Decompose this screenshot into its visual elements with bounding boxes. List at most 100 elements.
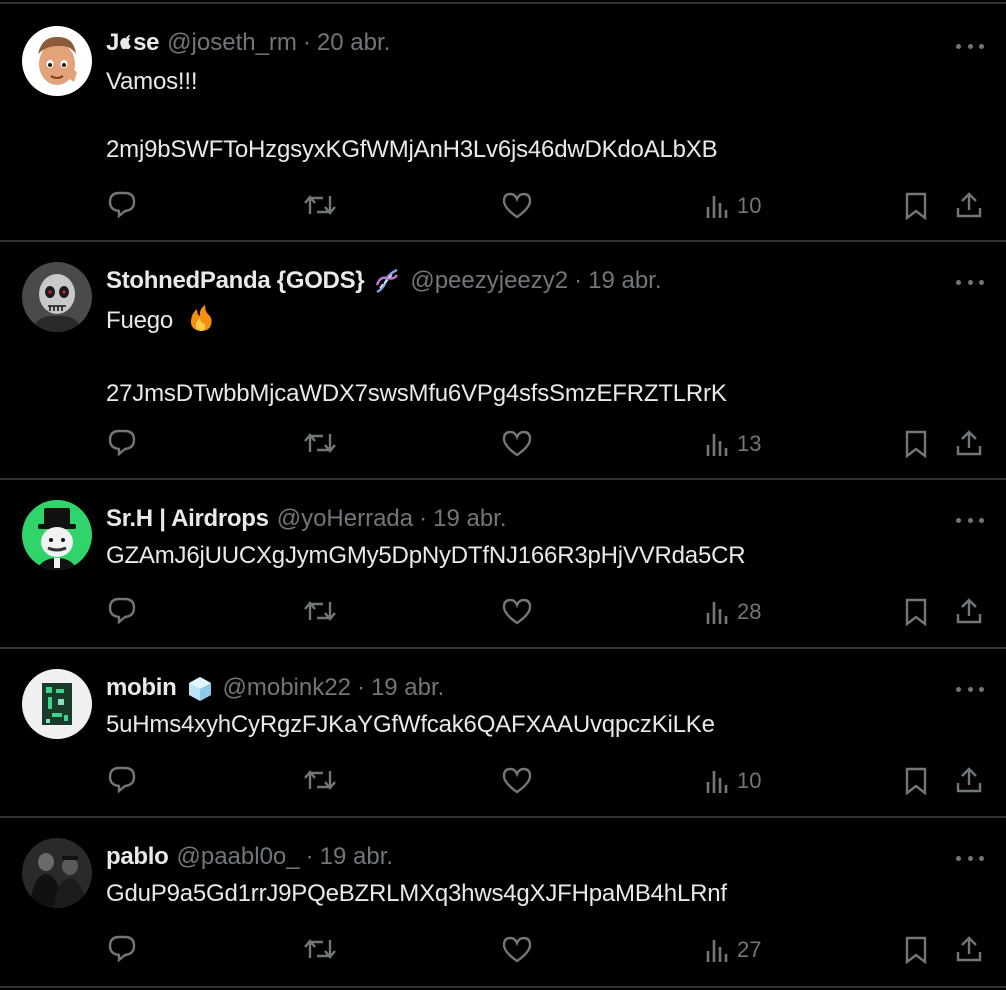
views-icon xyxy=(706,771,728,793)
like-button[interactable] xyxy=(502,430,532,457)
timeline-feed: Jse @joseth_rm · 20 abr. Vamos!!! 2mj9bS… xyxy=(0,0,1006,990)
tweet-text: Vamos!!! 2mj9bSWFToHzgsyxKGfWMjAnH3Lv6js… xyxy=(106,65,718,167)
share-icon xyxy=(956,767,982,793)
display-name[interactable]: Sr.H | Airdrops xyxy=(106,505,269,533)
avatar[interactable] xyxy=(22,838,92,908)
retweet-icon xyxy=(304,601,336,621)
share-button[interactable] xyxy=(955,429,983,457)
tweet-line: 2mj9bSWFToHzgsyxKGfWMjAnH3Lv6js46dwDKdoA… xyxy=(106,136,718,163)
retweet-button[interactable] xyxy=(303,192,337,218)
like-button[interactable] xyxy=(502,192,532,219)
avatar[interactable] xyxy=(22,26,92,96)
display-name[interactable]: Jse xyxy=(106,29,159,57)
tweet-line: 5uHms4xyhCyRgzFJKaYGfWfcak6QAFXAAUvqpczK… xyxy=(106,711,715,738)
separator-dot: · xyxy=(302,29,311,56)
tweet-line: Vamos!!! xyxy=(106,68,198,95)
tweet-header: StohnedPanda {GODS} @peezyjeezy2 · 19 ab… xyxy=(106,266,662,296)
share-icon xyxy=(956,192,982,218)
bookmark-button[interactable] xyxy=(904,430,928,458)
views-icon xyxy=(706,196,728,218)
heart-icon xyxy=(502,430,532,457)
tweet[interactable]: pablo @paabl0o_ · 19 abr. GduP9a5Gd1rrJ9… xyxy=(0,816,1006,988)
avatar[interactable] xyxy=(22,262,92,332)
views-button[interactable]: 13 xyxy=(705,431,761,457)
heart-icon xyxy=(502,936,532,963)
bookmark-icon xyxy=(905,598,927,626)
reply-button[interactable] xyxy=(107,765,137,793)
share-icon xyxy=(956,430,982,456)
share-icon xyxy=(956,598,982,624)
reply-button[interactable] xyxy=(107,428,137,456)
more-options-icon[interactable] xyxy=(956,510,984,530)
retweet-button[interactable] xyxy=(303,430,337,456)
tweet-date[interactable]: 20 abr. xyxy=(317,29,390,57)
like-button[interactable] xyxy=(502,936,532,963)
tweet-date[interactable]: 19 abr. xyxy=(433,505,506,533)
reply-icon xyxy=(108,429,136,456)
retweet-icon xyxy=(304,770,336,790)
share-button[interactable] xyxy=(955,191,983,219)
user-handle[interactable]: @peezyjeezy2 xyxy=(410,267,568,295)
tweet-header: Jse @joseth_rm · 20 abr. xyxy=(106,28,390,58)
tweet-line: Fuego xyxy=(106,303,727,343)
share-button[interactable] xyxy=(955,935,983,963)
views-button[interactable]: 28 xyxy=(705,599,761,625)
tweet-text: Fuego 27JmsDTwbbMjcaWDX7swsMfu6VPg4sfsSm… xyxy=(106,303,727,411)
tweet-line: GZAmJ6jUUCXgJymGMy5DpNyDTfNJ166R3pHjVVRd… xyxy=(106,542,746,569)
separator-dot: · xyxy=(305,843,314,870)
tweet[interactable]: mobin @mobink22 · 19 abr. 5uHms4xyhCyRgz… xyxy=(0,647,1006,816)
more-options-icon[interactable] xyxy=(956,679,984,699)
reply-icon xyxy=(108,766,136,793)
like-button[interactable] xyxy=(502,598,532,625)
retweet-button[interactable] xyxy=(303,767,337,793)
heart-icon xyxy=(502,598,532,625)
retweet-button[interactable] xyxy=(303,936,337,962)
display-name[interactable]: StohnedPanda {GODS} xyxy=(106,267,365,295)
reply-button[interactable] xyxy=(107,934,137,962)
bookmark-button[interactable] xyxy=(904,192,928,220)
tweet[interactable]: StohnedPanda {GODS} @peezyjeezy2 · 19 ab… xyxy=(0,240,1006,478)
tweet-text: GduP9a5Gd1rrJ9PQeBZRLMXq3hws4gXJFHpaMB4h… xyxy=(106,877,727,911)
bookmark-button[interactable] xyxy=(904,767,928,795)
bookmark-button[interactable] xyxy=(904,936,928,964)
tweet-text: 5uHms4xyhCyRgzFJKaYGfWfcak6QAFXAAUvqpczK… xyxy=(106,708,715,742)
like-button[interactable] xyxy=(502,767,532,794)
tweet[interactable]: Jse @joseth_rm · 20 abr. Vamos!!! 2mj9bS… xyxy=(0,2,1006,240)
tweet-date[interactable]: 19 abr. xyxy=(371,674,444,702)
bookmark-button[interactable] xyxy=(904,598,928,626)
display-name[interactable]: pablo xyxy=(106,843,169,871)
more-options-icon[interactable] xyxy=(956,272,984,292)
tweet-date[interactable]: 19 abr. xyxy=(320,843,393,871)
user-handle[interactable]: @mobink22 xyxy=(223,674,351,702)
views-button[interactable]: 27 xyxy=(705,937,761,963)
tweet-date[interactable]: 19 abr. xyxy=(588,267,661,295)
more-options-icon[interactable] xyxy=(956,36,984,56)
heart-icon xyxy=(502,192,532,219)
views-icon xyxy=(706,602,728,624)
user-handle[interactable]: @yoHerrada xyxy=(277,505,413,533)
tweet-header: Sr.H | Airdrops @yoHerrada · 19 abr. xyxy=(106,504,507,534)
more-options-icon[interactable] xyxy=(956,848,984,868)
retweet-icon xyxy=(304,433,336,453)
tweet-header: mobin @mobink22 · 19 abr. xyxy=(106,673,444,703)
reply-button[interactable] xyxy=(107,190,137,218)
ice-cube-emoji-icon xyxy=(185,673,215,703)
reply-button[interactable] xyxy=(107,596,137,624)
share-button[interactable] xyxy=(955,597,983,625)
user-handle[interactable]: @joseth_rm xyxy=(167,29,297,57)
share-button[interactable] xyxy=(955,766,983,794)
tweet-line: GduP9a5Gd1rrJ9PQeBZRLMXq3hws4gXJFHpaMB4h… xyxy=(106,880,727,907)
views-button[interactable]: 10 xyxy=(705,768,761,794)
heart-icon xyxy=(502,767,532,794)
views-icon xyxy=(706,940,728,962)
tweet[interactable]: Sr.H | Airdrops @yoHerrada · 19 abr. GZA… xyxy=(0,478,1006,647)
views-button[interactable]: 10 xyxy=(705,193,761,219)
avatar[interactable] xyxy=(22,669,92,739)
separator-dot: · xyxy=(356,674,365,701)
display-name[interactable]: mobin xyxy=(106,674,177,702)
bookmark-icon xyxy=(905,936,927,964)
avatar[interactable] xyxy=(22,500,92,570)
user-handle[interactable]: @paabl0o_ xyxy=(177,843,300,871)
retweet-button[interactable] xyxy=(303,598,337,624)
